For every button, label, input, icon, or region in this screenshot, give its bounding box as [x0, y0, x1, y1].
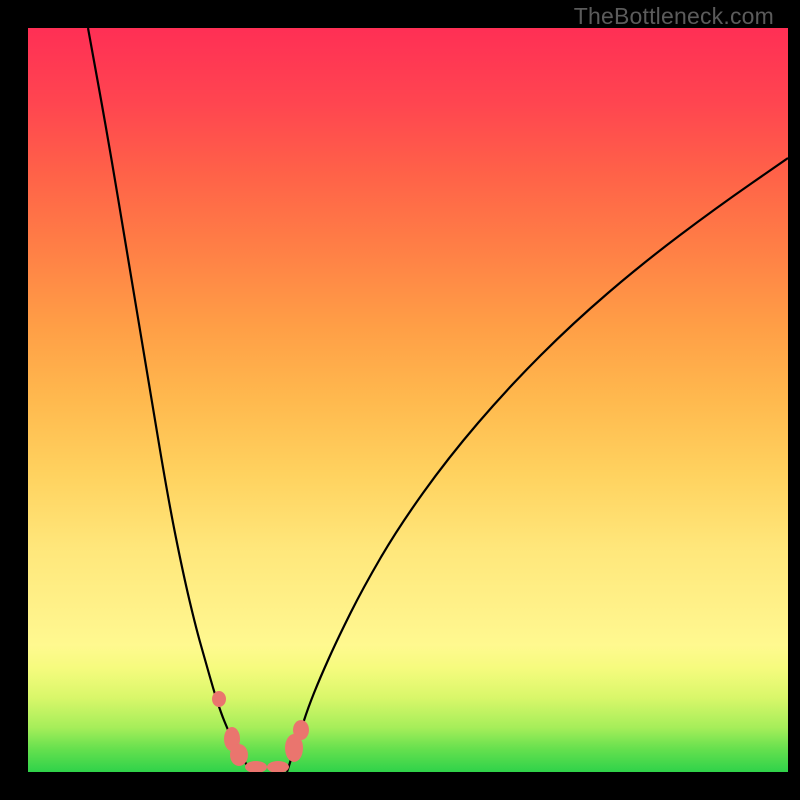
plot-area	[28, 28, 788, 772]
data-patch	[267, 761, 289, 772]
data-patch	[245, 761, 267, 772]
patches-layer	[212, 691, 309, 772]
data-patch	[212, 691, 226, 707]
curves-layer	[28, 28, 788, 772]
left-curve	[88, 28, 252, 772]
watermark-label: TheBottleneck.com	[574, 3, 774, 30]
data-patch	[293, 720, 309, 740]
right-curve	[287, 158, 788, 772]
chart-frame: TheBottleneck.com	[28, 0, 788, 772]
data-patch	[230, 744, 248, 766]
